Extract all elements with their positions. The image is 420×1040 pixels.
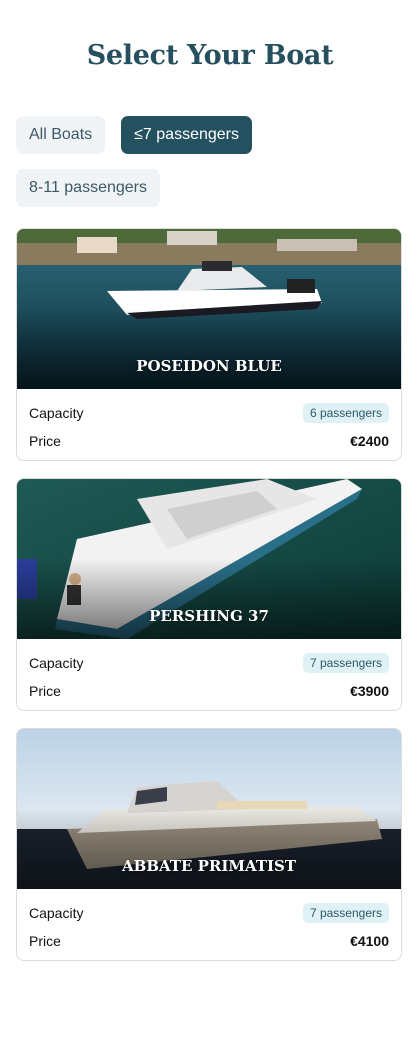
price-row: Price €3900	[29, 677, 389, 705]
capacity-row: Capacity 7 passengers	[29, 899, 389, 927]
boat-photo: ABBATE PRIMATIST	[17, 729, 401, 889]
price-label: Price	[29, 683, 61, 699]
boat-name: PERSHING 37	[149, 607, 269, 625]
capacity-label: Capacity	[29, 405, 84, 421]
price-row: Price €2400	[29, 427, 389, 455]
boat-photo: POSEIDON BLUE	[17, 229, 401, 389]
capacity-row: Capacity 7 passengers	[29, 649, 389, 677]
price-value: €4100	[350, 933, 389, 949]
capacity-badge: 7 passengers	[302, 903, 389, 923]
filter-up-to-7-passengers[interactable]: ≤7 passengers	[121, 116, 252, 154]
filter-all-boats[interactable]: All Boats	[16, 116, 106, 154]
filter-bar: All Boats ≤7 passengers 8-11 passengers	[16, 116, 406, 207]
capacity-badge: 7 passengers	[302, 653, 389, 673]
boat-card-abbate-primatist[interactable]: ABBATE PRIMATIST Capacity 7 passengers P…	[16, 728, 402, 961]
price-value: €2400	[350, 433, 389, 449]
boat-photo: PERSHING 37	[17, 479, 401, 639]
price-label: Price	[29, 933, 61, 949]
capacity-label: Capacity	[29, 655, 84, 671]
capacity-row: Capacity 6 passengers	[29, 399, 389, 427]
page-title: Select Your Boat	[86, 40, 334, 71]
price-label: Price	[29, 433, 61, 449]
capacity-badge: 6 passengers	[302, 403, 389, 423]
capacity-label: Capacity	[29, 905, 84, 921]
price-value: €3900	[350, 683, 389, 699]
boat-name: POSEIDON BLUE	[136, 357, 282, 375]
boat-card-pershing-37[interactable]: PERSHING 37 Capacity 7 passengers Price …	[16, 478, 402, 711]
boat-card-poseidon-blue[interactable]: POSEIDON BLUE Capacity 6 passengers Pric…	[16, 228, 402, 461]
price-row: Price €4100	[29, 927, 389, 955]
filter-8-11-passengers[interactable]: 8-11 passengers	[16, 169, 160, 207]
boat-name: ABBATE PRIMATIST	[122, 857, 296, 875]
